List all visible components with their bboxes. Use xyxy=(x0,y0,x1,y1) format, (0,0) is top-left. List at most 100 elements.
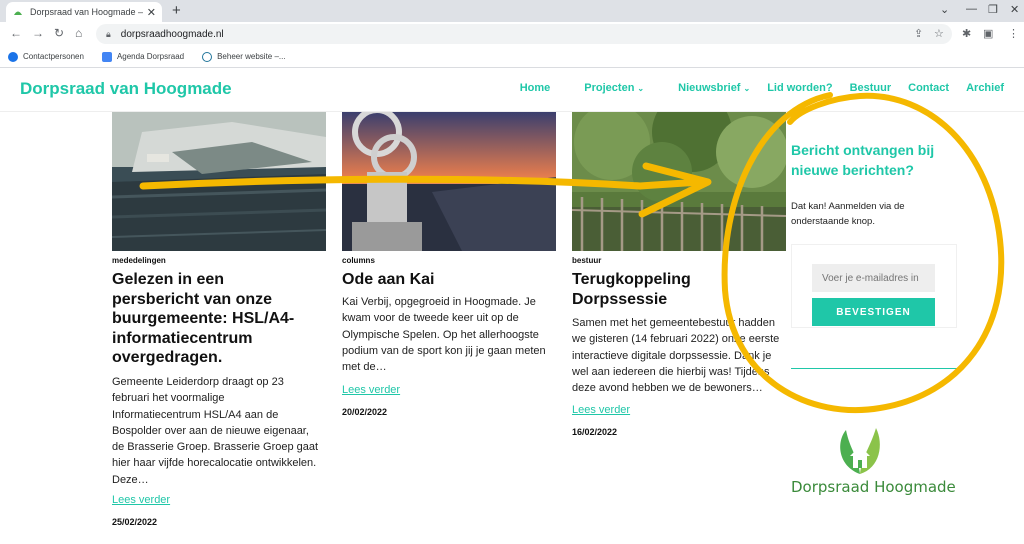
reload-icon[interactable]: ↻ xyxy=(54,26,64,40)
site-logo[interactable]: Dorpsraad van Hoogmade xyxy=(20,79,232,99)
chevron-down-icon: ⌄ xyxy=(743,84,751,93)
newsletter-title-line: nieuwe berichten? xyxy=(791,162,914,178)
title-line: Terugkoppeling xyxy=(572,271,691,288)
menu-contact[interactable]: Contact xyxy=(908,82,949,94)
menu-lid-worden[interactable]: Lid worden? xyxy=(767,82,832,94)
menu-projecten[interactable]: Projecten ⌄ xyxy=(567,82,644,94)
confirm-button[interactable]: BEVESTIGEN xyxy=(812,298,935,326)
newsletter-text: Dat kan! Aanmelden via de onderstaande k… xyxy=(791,199,941,229)
chevron-down-icon: ⌄ xyxy=(637,84,645,93)
extensions-icon[interactable]: ✱ xyxy=(962,27,971,40)
card-excerpt: Kai Verbij, opgegroeid in Hoogmade. Je k… xyxy=(342,294,567,375)
newsletter-title: Bericht ontvangen bij nieuwe berichten? xyxy=(791,140,961,180)
excerpt-line: Kai Verbij, opgegroeid in Hoogmade. Je xyxy=(342,296,536,308)
card-title[interactable]: Gelezen in een persbericht van onze buur… xyxy=(112,270,326,368)
bookmark-label: Contactpersonen xyxy=(23,52,84,61)
newsletter-title-line: Bericht ontvangen bij xyxy=(791,142,935,158)
card-image-hsl[interactable] xyxy=(112,112,326,251)
excerpt-line: Gemeente Leiderdorp draagt op 23 xyxy=(112,376,284,388)
site-favicon-icon xyxy=(12,6,24,18)
calendar-icon xyxy=(101,51,112,62)
dorpsraad-logo-icon xyxy=(840,428,880,474)
dorpsraad-logo-text: Dorpsraad Hoogmade xyxy=(791,478,956,496)
excerpt-line: interactieve digitale dorpssessie. Dank … xyxy=(572,349,772,362)
card-date: 16/02/2022 xyxy=(572,427,618,437)
excerpt-line: de Brasserie Groep. Brasserie Groep gaat xyxy=(112,441,319,454)
card-category[interactable]: mededelingen xyxy=(112,256,166,265)
card-date: 25/02/2022 xyxy=(112,517,158,527)
close-window-icon[interactable]: ✕ xyxy=(1010,3,1019,16)
url-text: dorpsraadhoogmade.nl xyxy=(120,28,224,40)
bookmark-contactpersonen[interactable]: Contactpersonen xyxy=(8,51,84,62)
card-category[interactable]: bestuur xyxy=(572,256,601,265)
title-line: overgedragen. xyxy=(112,349,223,366)
card-image-kai[interactable] xyxy=(342,112,556,251)
bookmarks-bar: Contactpersonen Agenda Dorpsraad Beheer … xyxy=(0,46,1024,68)
browser-menu-icon[interactable]: ⋮ xyxy=(1008,27,1019,40)
site-header: Dorpsraad van Hoogmade Home Projecten ⌄ N… xyxy=(0,68,1024,112)
menu-bestuur[interactable]: Bestuur xyxy=(850,82,892,94)
lock-icon: 🔒︎ xyxy=(106,28,111,39)
menu-nieuwsbrief[interactable]: Nieuwsbrief ⌄ xyxy=(661,82,750,94)
card-title[interactable]: Terugkoppeling Dorpssessie xyxy=(572,270,786,309)
excerpt-line: wel aan iedereen die hierbij was! Tijden… xyxy=(572,365,770,378)
card-title[interactable]: Ode aan Kai xyxy=(342,270,556,290)
main-menu: Home Projecten ⌄ Nieuwsbrief ⌄ Lid worden?… xyxy=(503,82,1004,94)
bookmark-label: Beheer website –... xyxy=(217,52,286,61)
excerpt-line: Deze… xyxy=(112,473,149,486)
excerpt-line: met de… xyxy=(342,361,387,374)
sidepanel-icon[interactable]: ▣ xyxy=(983,27,993,40)
card-excerpt: Gemeente Leiderdorp draagt op 23 februar… xyxy=(112,374,342,488)
home-icon[interactable]: ⌂ xyxy=(75,26,82,40)
excerpt-line: hier haar vijfde horecalocatie ontwikkel… xyxy=(112,457,317,470)
excerpt-line: deze avond hebben we de bewoners… xyxy=(572,382,763,395)
menu-archief[interactable]: Archief xyxy=(966,82,1004,94)
excerpt-line: februari het voormalige xyxy=(112,392,225,405)
forward-icon[interactable]: → xyxy=(32,26,44,40)
menu-label: Projecten xyxy=(584,82,635,94)
title-line: Ode aan Kai xyxy=(342,271,435,288)
tab-title: Dorpsraad van Hoogmade – Wel xyxy=(30,7,143,17)
bookmark-label: Agenda Dorpsraad xyxy=(116,52,185,61)
title-line: persbericht van onze xyxy=(112,290,273,308)
browser-tabstrip: Dorpsraad van Hoogmade – Wel ✕ + ⌄ — ❐ ✕ xyxy=(0,0,1024,22)
menu-home[interactable]: Home xyxy=(520,82,551,94)
title-line: Gelezen in een xyxy=(112,271,225,288)
email-input[interactable] xyxy=(812,264,935,292)
excerpt-line: kwam voor de tweede keer uit op de xyxy=(342,312,519,325)
minimize-icon[interactable]: — xyxy=(966,3,977,15)
excerpt-line: Bospolder over aan de nieuwe eigenaar, xyxy=(112,424,309,437)
address-bar[interactable]: 🔒︎ dorpsraadhoogmade.nl xyxy=(96,24,952,44)
card-category[interactable]: columns xyxy=(342,256,375,265)
tab-close-icon[interactable]: ✕ xyxy=(147,6,156,19)
card-image-dorpssessie[interactable] xyxy=(572,112,786,251)
title-line: informatiecentrum xyxy=(112,329,253,347)
menu-label: Nieuwsbrief xyxy=(678,82,741,94)
address-row: ← → ↻ ⌂ 🔒︎ dorpsraadhoogmade.nl ⇪ ☆ ✱ ▣ … xyxy=(0,22,1024,46)
tab-search-icon[interactable]: ⌄ xyxy=(940,3,949,16)
read-more-link[interactable]: Lees verder xyxy=(342,384,400,396)
excerpt-line: Informatiecentrum HSL/A4 aan de xyxy=(112,408,279,421)
bookmark-star-icon[interactable]: ☆ xyxy=(934,27,944,40)
new-tab-icon[interactable]: + xyxy=(172,2,181,19)
read-more-link[interactable]: Lees verder xyxy=(572,404,630,416)
title-line: Dorpssessie xyxy=(572,290,668,308)
browser-tab[interactable]: Dorpsraad van Hoogmade – Wel ✕ xyxy=(6,2,162,22)
sidebar-divider xyxy=(791,368,957,369)
newsletter-text-line: onderstaande knop. xyxy=(791,216,875,227)
screen: Dorpsraad van Hoogmade – Wel ✕ + ⌄ — ❐ ✕… xyxy=(0,0,1024,544)
card-excerpt: Samen met het gemeentebestuur hadden we … xyxy=(572,315,792,396)
excerpt-line: Olympische Spelen. Op het allerhoogste xyxy=(342,328,539,341)
restore-icon[interactable]: ❐ xyxy=(988,3,998,16)
bookmark-beheer[interactable]: Beheer website –... xyxy=(202,51,286,62)
back-icon[interactable]: ← xyxy=(10,26,22,40)
excerpt-line: podium van de sport kon jij je gaan mete… xyxy=(342,344,546,357)
excerpt-line: Samen met het gemeentebestuur hadden xyxy=(572,317,776,329)
newsletter-text-line: Dat kan! Aanmelden via de xyxy=(791,201,905,212)
contacts-icon xyxy=(8,51,18,62)
excerpt-line: we gisteren (14 februari 2022) onze eers… xyxy=(572,333,780,346)
share-icon[interactable]: ⇪ xyxy=(914,27,923,40)
title-line: buurgemeente: HSL/A4- xyxy=(112,310,295,327)
bookmark-agenda[interactable]: Agenda Dorpsraad xyxy=(101,51,185,62)
read-more-link[interactable]: Lees verder xyxy=(112,494,170,506)
